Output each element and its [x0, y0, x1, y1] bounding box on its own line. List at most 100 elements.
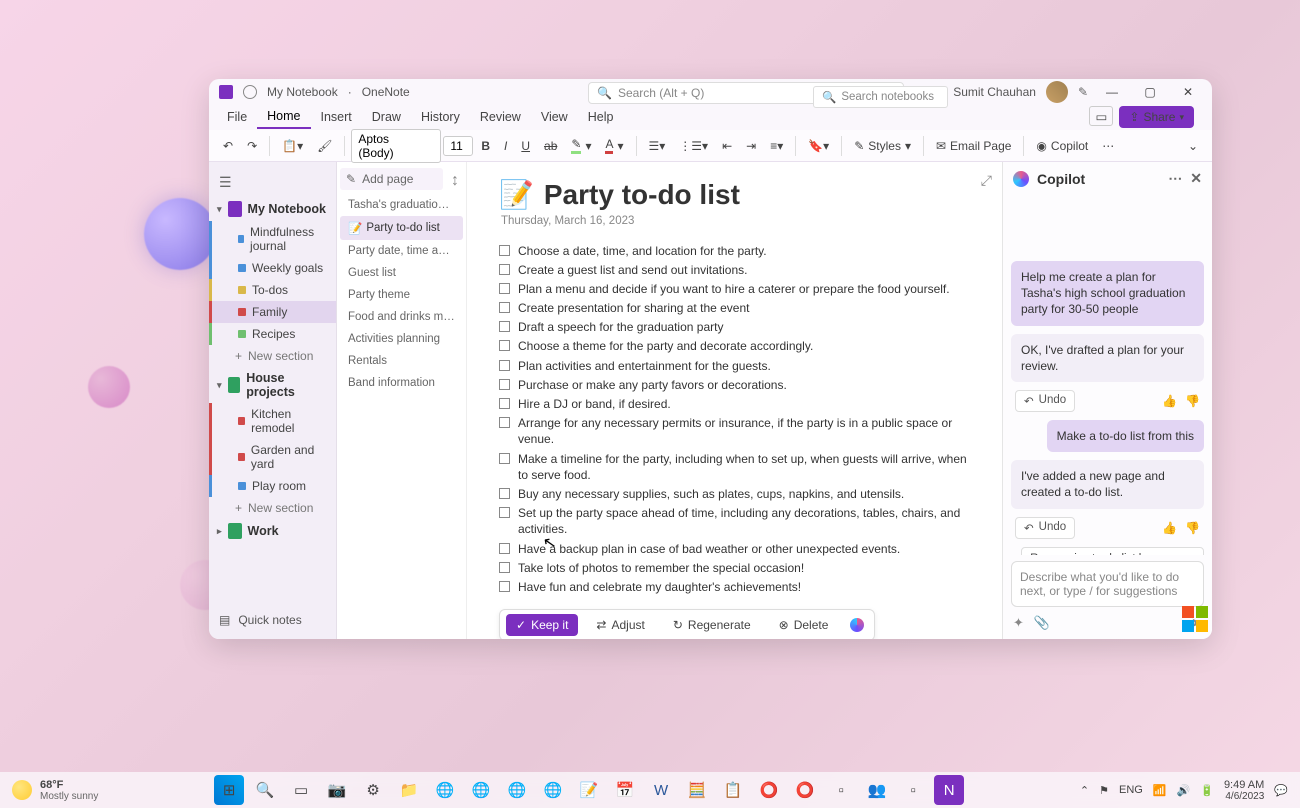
quick-notes-button[interactable]: ▤Quick notes	[209, 607, 337, 633]
taskbar-search[interactable]: 🔍	[250, 775, 280, 805]
menu-home[interactable]: Home	[257, 105, 310, 129]
tray-icon[interactable]: ⚑	[1099, 784, 1109, 797]
copilot-close-button[interactable]: ✕	[1190, 170, 1202, 187]
close-button[interactable]: ✕	[1174, 82, 1202, 102]
menu-review[interactable]: Review	[470, 106, 531, 128]
app-edge[interactable]: 🌐	[430, 775, 460, 805]
share-button[interactable]: ⇪Share▾	[1119, 106, 1194, 128]
app-office[interactable]: ▫	[898, 775, 928, 805]
todo-item[interactable]: Have a backup plan in case of bad weathe…	[499, 539, 978, 558]
app-calendar[interactable]: 📅	[610, 775, 640, 805]
app-chrome[interactable]: ⭕	[754, 775, 784, 805]
keep-it-button[interactable]: ✓Keep it	[506, 614, 578, 636]
sync-icon[interactable]	[243, 85, 257, 99]
collapse-ribbon-button[interactable]: ⌄	[1182, 135, 1204, 157]
minimize-button[interactable]: —	[1098, 82, 1126, 102]
section-kitchen-remodel[interactable]: Kitchen remodel	[209, 403, 336, 439]
language-indicator[interactable]: ENG	[1119, 784, 1143, 796]
section-play-room[interactable]: Play room	[209, 475, 336, 497]
section-recipes[interactable]: Recipes	[209, 323, 336, 345]
app-onenote[interactable]: N	[934, 775, 964, 805]
section-weekly-goals[interactable]: Weekly goals	[209, 257, 336, 279]
checkbox[interactable]	[499, 417, 510, 428]
todo-item[interactable]: Plan a menu and decide if you want to hi…	[499, 279, 978, 298]
checkbox[interactable]	[499, 488, 510, 499]
pen-icon[interactable]: ✎	[1078, 85, 1088, 99]
notebook-my-notebook[interactable]: ▾My Notebook	[209, 197, 336, 221]
todo-item[interactable]: Buy any necessary supplies, such as plat…	[499, 484, 978, 503]
maximize-button[interactable]: ▢	[1136, 82, 1164, 102]
copilot-more-button[interactable]: ⋯	[1168, 170, 1182, 187]
user-avatar[interactable]	[1046, 81, 1068, 103]
checkbox[interactable]	[499, 360, 510, 371]
thumbs-up-icon[interactable]: 👍	[1162, 521, 1177, 535]
clock-date[interactable]: 4/6/2023	[1224, 791, 1264, 802]
thumbs-down-icon[interactable]: 👎	[1185, 521, 1200, 535]
clock-time[interactable]: 9:49 AM	[1224, 779, 1264, 791]
app-word[interactable]: W	[646, 775, 676, 805]
bullets-button[interactable]: ☰▾	[643, 135, 672, 157]
app-edge-dev[interactable]: 🌐	[466, 775, 496, 805]
present-icon[interactable]: ▭	[1089, 106, 1113, 126]
app-explorer[interactable]: 📁	[394, 775, 424, 805]
checkbox[interactable]	[499, 321, 510, 332]
checkbox[interactable]	[499, 581, 510, 592]
undo-button[interactable]: ↶	[217, 135, 239, 157]
notifications-icon[interactable]: 💬	[1274, 784, 1288, 797]
add-page-button[interactable]: ✎Add page	[340, 168, 443, 190]
todo-item[interactable]: Have fun and celebrate my daughter's ach…	[499, 577, 978, 596]
notebook-search-input[interactable]: 🔍 Search notebooks	[813, 86, 948, 108]
checkbox[interactable]	[499, 283, 510, 294]
todo-item[interactable]: Take lots of photos to remember the spec…	[499, 558, 978, 577]
todo-item[interactable]: Purchase or make any party favors or dec…	[499, 375, 978, 394]
section-mindfulness-journal[interactable]: Mindfulness journal	[209, 221, 336, 257]
paste-button[interactable]: 📋▾	[276, 135, 309, 157]
notebook-house-projects[interactable]: ▾House projects	[209, 367, 336, 403]
todo-item[interactable]: Plan activities and entertainment for th…	[499, 356, 978, 375]
page-item[interactable]: Party date, time and locat…	[340, 240, 463, 262]
page-title[interactable]: Party to-do list	[544, 179, 740, 211]
align-button[interactable]: ≡▾	[764, 135, 789, 157]
start-button[interactable]: ⊞	[214, 775, 244, 805]
undo-button[interactable]: ↶Undo	[1015, 390, 1075, 412]
delete-button[interactable]: ⊗Delete	[769, 614, 839, 636]
checkbox[interactable]	[499, 562, 510, 573]
page-item[interactable]: Guest list	[340, 262, 463, 284]
volume-icon[interactable]: 🔊	[1177, 784, 1191, 797]
app-chrome2[interactable]: ⭕	[790, 775, 820, 805]
menu-file[interactable]: File	[217, 106, 257, 128]
copilot-spark-icon[interactable]	[846, 614, 868, 636]
app-misc1[interactable]: ▫	[826, 775, 856, 805]
battery-icon[interactable]: 🔋	[1200, 784, 1214, 797]
sparkle-icon[interactable]: ✦	[1013, 615, 1024, 631]
redo-button[interactable]: ↷	[241, 135, 263, 157]
new-section-button[interactable]: +New section	[209, 345, 336, 367]
app-settings[interactable]: ⚙	[358, 775, 388, 805]
page-item[interactable]: Tasha's graduation par…	[340, 194, 463, 216]
tray-chevron[interactable]: ⌃	[1080, 784, 1089, 797]
thumbs-up-icon[interactable]: 👍	[1162, 394, 1177, 408]
highlight-button[interactable]: ✎▾	[565, 133, 597, 158]
menu-help[interactable]: Help	[578, 106, 624, 128]
underline-button[interactable]: U	[515, 135, 536, 157]
app-edge-beta[interactable]: 🌐	[502, 775, 532, 805]
expand-icon[interactable]: ⤢	[981, 172, 992, 189]
todo-item[interactable]: Create presentation for sharing at the e…	[499, 299, 978, 318]
page-item[interactable]: 📝Party to-do list	[340, 216, 463, 240]
strikethrough-button[interactable]: ab	[538, 135, 563, 157]
font-select[interactable]: Aptos (Body)	[351, 129, 441, 163]
app-camera[interactable]: 📷	[322, 775, 352, 805]
page-canvas[interactable]: ⤢ 📝 Party to-do list Thursday, March 16,…	[467, 162, 1002, 639]
undo-button[interactable]: ↶Undo	[1015, 517, 1075, 539]
italic-button[interactable]: I	[498, 135, 513, 157]
copilot-input[interactable]: Describe what you'd like to do next, or …	[1011, 561, 1204, 607]
numbering-button[interactable]: ⋮☰▾	[673, 135, 714, 157]
page-item[interactable]: Rentals	[340, 350, 463, 372]
more-button[interactable]: ⋯	[1096, 135, 1120, 157]
sort-pages-button[interactable]: ↕	[447, 168, 463, 194]
attach-icon[interactable]: 📎	[1034, 615, 1050, 631]
section-to-dos[interactable]: To-dos	[209, 279, 336, 301]
notebook-work[interactable]: ▸Work	[209, 519, 336, 543]
todo-item[interactable]: Choose a theme for the party and decorat…	[499, 337, 978, 356]
email-page-button[interactable]: ✉ Email Page	[930, 135, 1017, 157]
